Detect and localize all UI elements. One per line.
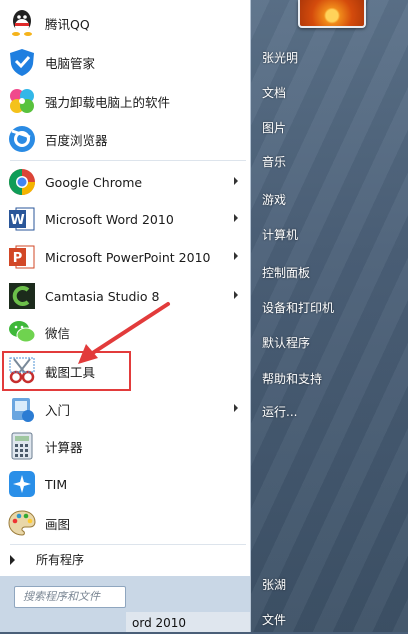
right-item-games[interactable]: 游戏 (262, 193, 286, 207)
taskbar-item[interactable]: ord 2010 (126, 612, 250, 632)
svg-text:W: W (10, 213, 24, 228)
program-item-powerpoint[interactable]: P Microsoft PowerPoint 2010 (4, 239, 244, 275)
program-item-pc-manager[interactable]: 电脑管家 (4, 44, 244, 80)
right-item-label: 张光明 (262, 51, 299, 65)
right-item-label: 音乐 (262, 155, 287, 169)
word-icon: W (6, 203, 38, 235)
browser-icon (6, 123, 38, 155)
program-label: 腾讯QQ (45, 16, 90, 32)
right-item-devices-printers[interactable]: 设备和打印机 (262, 301, 334, 315)
qq-icon (6, 7, 38, 39)
program-item-uninstaller[interactable]: 强力卸载电脑上的软件 (4, 83, 244, 119)
right-item-pictures[interactable]: 图片 (262, 121, 286, 135)
right-item-label: 计算机 (262, 228, 299, 242)
right-item-label: 游戏 (262, 193, 287, 207)
program-label: 微信 (45, 325, 71, 341)
getting-started-icon (6, 393, 38, 425)
right-item-label: 运行... (262, 405, 298, 419)
all-programs-label: 所有程序 (36, 553, 85, 567)
camtasia-icon (6, 280, 38, 312)
expand-arrow-icon (10, 554, 15, 565)
right-item-default-programs[interactable]: 默认程序 (262, 336, 310, 350)
right-item-label: 控制面板 (262, 266, 311, 280)
program-label: Microsoft PowerPoint 2010 (45, 249, 211, 265)
right-item-documents[interactable]: 文档 (262, 86, 286, 100)
program-label: 入门 (45, 402, 71, 418)
right-item-control-panel[interactable]: 控制面板 (262, 266, 310, 280)
right-item-label: 张湖 (262, 578, 287, 592)
right-item-label: 默认程序 (262, 336, 311, 350)
submenu-arrow-icon[interactable] (234, 291, 238, 299)
right-item-computer[interactable]: 计算机 (262, 228, 298, 242)
chrome-icon (6, 166, 38, 198)
powerpoint-icon: P (6, 241, 38, 273)
program-label: 计算器 (45, 439, 83, 455)
program-label: 电脑管家 (45, 55, 96, 71)
program-item-calculator[interactable]: 计算器 (4, 428, 244, 464)
program-item-qq[interactable]: 腾讯QQ (4, 5, 244, 41)
svg-text:P: P (13, 251, 23, 266)
shield-icon (6, 46, 38, 78)
program-item-paint[interactable]: 画图 (4, 505, 244, 541)
program-item-getting-started[interactable]: 入门 (4, 391, 244, 427)
submenu-arrow-icon[interactable] (234, 214, 238, 222)
program-item-chrome[interactable]: Google Chrome (4, 164, 244, 200)
right-item-user[interactable]: 张光明 (262, 51, 298, 65)
right-item-run[interactable]: 运行... (262, 405, 297, 419)
right-item-label: 文档 (262, 86, 287, 100)
wechat-icon (6, 316, 38, 348)
right-item-music[interactable]: 音乐 (262, 155, 286, 169)
right-item-label: 文件 (262, 613, 287, 627)
list-divider (10, 544, 246, 545)
program-label: TIM (45, 476, 68, 492)
program-item-word[interactable]: W Microsoft Word 2010 (4, 201, 244, 237)
program-label: 百度浏览器 (45, 132, 108, 148)
submenu-arrow-icon[interactable] (234, 252, 238, 260)
submenu-arrow-icon[interactable] (234, 177, 238, 185)
right-item-help-support[interactable]: 帮助和支持 (262, 372, 322, 386)
right-item-label: 设备和打印机 (262, 301, 335, 315)
annotation-arrow-icon (78, 302, 170, 364)
right-item-label: 图片 (262, 121, 287, 135)
program-label: 画图 (45, 516, 71, 532)
list-divider (10, 160, 246, 161)
pinwheel-icon (6, 85, 38, 117)
submenu-arrow-icon[interactable] (234, 404, 238, 412)
right-item-user2[interactable]: 张湖 (262, 578, 286, 592)
all-programs-button[interactable]: 所有程序 (10, 551, 84, 568)
right-item-label: 帮助和支持 (262, 372, 323, 386)
right-item-files[interactable]: 文件 (262, 613, 286, 627)
tim-icon (6, 468, 38, 500)
program-label: 强力卸载电脑上的软件 (45, 94, 171, 110)
program-item-baidu-browser[interactable]: 百度浏览器 (4, 121, 244, 157)
program-item-tim[interactable]: TIM (4, 466, 244, 502)
program-label: Microsoft Word 2010 (45, 211, 174, 227)
program-label: Google Chrome (45, 174, 143, 190)
calculator-icon (6, 430, 38, 462)
user-picture[interactable] (298, 0, 366, 28)
paint-icon (6, 507, 38, 539)
search-input[interactable]: 搜索程序和文件 (14, 586, 126, 608)
